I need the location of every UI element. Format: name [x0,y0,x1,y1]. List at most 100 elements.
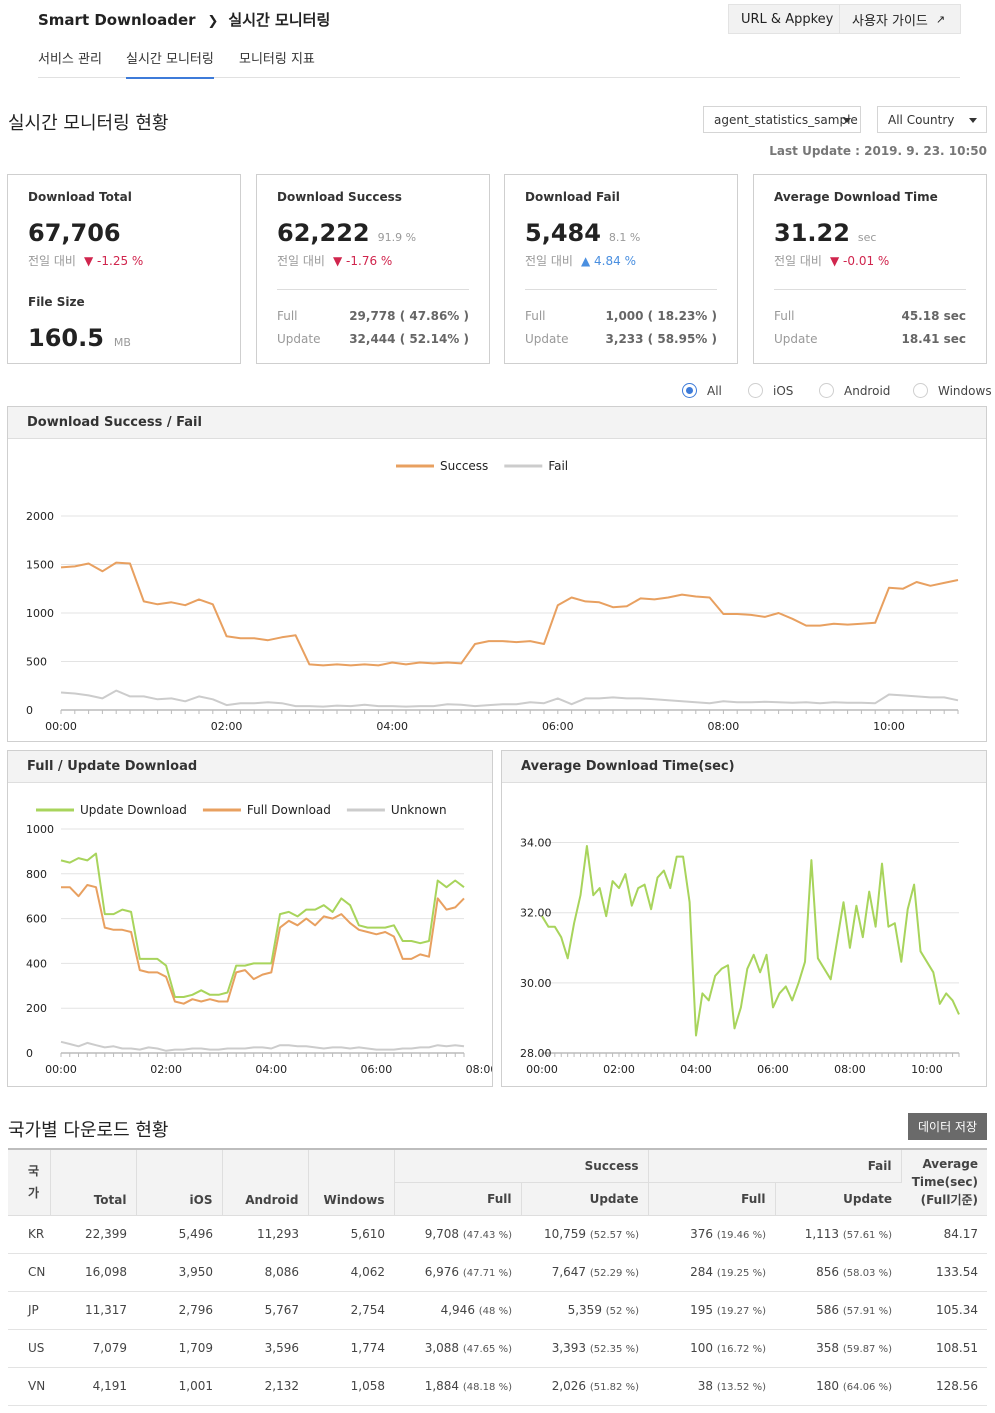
table-row: VN 4,191 1,001 2,132 1,058 1,884 (48.18 %) 2,0… [8,1367,988,1406]
legend-label[interactable]: Fail [548,459,568,473]
success-full-cell: 6,976 (47.71 %) [394,1253,521,1292]
legend-label[interactable]: Update Download [80,803,187,817]
card-compare: 전일 대비 ▲ 4.84 % [525,252,636,269]
radio-label: Windows [938,383,992,398]
full-row: Full 1,000 ( 18.23% ) [525,309,717,323]
ios-cell: 3,950 [136,1253,222,1292]
tab-monitoring-metrics[interactable]: 모니터링 지표 [239,48,315,78]
cell-value: 16,098 [85,1265,127,1279]
cell-value: 358 [816,1341,840,1355]
fail-update-cell: 1,113 (57.61 %) [775,1215,902,1254]
windows-cell: 5,610 [308,1215,394,1254]
header-fail-full: Full [648,1182,776,1216]
cell-value: 5,359 [567,1303,602,1317]
tab-realtime-monitoring[interactable]: 실시간 모니터링 [126,48,214,79]
x-tick-label: 08:00 [466,1063,492,1076]
x-tick-label: 06:00 [757,1063,789,1076]
success-full-cell: 9,708 (47.43 %) [394,1215,521,1254]
country-select[interactable]: All Country [877,106,987,133]
country-cell: CN [8,1253,50,1292]
x-tick-label: 10:00 [911,1063,943,1076]
card-label: Download Fail [525,190,620,204]
file-size-unit: MB [113,336,131,349]
cell-percent: (48 %) [478,1306,512,1317]
legend-label[interactable]: Full Download [247,803,331,817]
android-cell: 3,596 [222,1329,308,1368]
card-compare: 전일 대비 ▼ -0.01 % [774,252,889,269]
success-fail-chart-panel: Download Success / Fail 0 500 1000 1500 2000… [7,406,987,742]
y-tick-label: 32.00 [520,907,552,920]
cell-value: 586 [816,1303,840,1317]
compare-change: -0.01 % [843,254,890,268]
file-size-value: 160.5 MB [28,324,131,352]
radio-unchecked-icon [748,383,763,398]
cell-value: 1,709 [178,1341,213,1355]
triangle-down-icon: ▼ [332,254,343,268]
cell-value: 1,058 [350,1379,385,1393]
y-tick-label: 1000 [26,823,54,836]
cell-value: 22,399 [85,1227,127,1241]
total-cell: 22,399 [50,1215,136,1254]
app-name[interactable]: Smart Downloader [38,11,196,29]
full-label: Full [774,309,795,323]
x-tick-label: 02:00 [603,1063,635,1076]
tab-service-management[interactable]: 서비스 관리 [38,48,102,78]
cell-value: 5,767 [264,1303,299,1317]
avg-cell: 108.51 [901,1329,988,1368]
external-link-icon: ↗ [935,12,946,26]
header-windows: Windows [308,1148,395,1216]
x-tick-label: 02:00 [211,720,243,733]
success-update-cell: 2,026 (51.82 %) [521,1367,648,1406]
app-select[interactable]: agent_statistics_sample [703,106,861,133]
save-data-button[interactable]: 데이터 저장 [908,1113,987,1140]
table-row: JP 11,317 2,796 5,767 2,754 4,946 (48 %) 5,359… [8,1291,988,1330]
total-cell: 7,079 [50,1329,136,1368]
user-guide-button[interactable]: 사용자 가이드 ↗ [839,4,961,34]
legend-label[interactable]: Unknown [391,803,447,817]
radio-label: iOS [773,383,794,398]
cell-percent: (57.91 %) [842,1306,893,1317]
update-value: 32,444 ( 52.14% ) [349,332,469,346]
cell-percent: (59.87 %) [842,1344,893,1355]
header-country-label: 국가 [28,1164,40,1201]
legend-label[interactable]: Success [440,459,488,473]
full-label: Full [277,309,298,323]
update-row: Update 18.41 sec [774,332,966,346]
avg-cell: 84.17 [901,1215,988,1254]
url-appkey-button[interactable]: URL & Appkey [728,4,847,34]
y-tick-label: 0 [26,1047,33,1060]
radio-android[interactable]: Android [819,383,890,398]
success-update-cell: 3,393 (52.35 %) [521,1329,648,1368]
cell-percent: (52 %) [605,1306,639,1317]
update-label: Update [774,332,818,346]
cell-value: 7,079 [92,1341,127,1355]
card-compare: 전일 대비 ▼ -1.76 % [277,252,392,269]
cell-value: 2,754 [350,1303,385,1317]
radio-ios[interactable]: iOS [748,383,793,398]
card-unit: sec [857,231,877,244]
country-cell: VN [8,1367,50,1406]
card-value: 67,706 [28,219,121,247]
cell-value: 38 [697,1379,714,1393]
cell-percent: (48.18 %) [462,1382,512,1393]
cell-percent: (51.82 %) [589,1382,639,1393]
cell-percent: (52.29 %) [589,1268,639,1279]
success-full-cell: 4,946 (48 %) [394,1291,521,1330]
cell-value: 105.34 [936,1303,979,1317]
header-success-full: Full [394,1182,522,1216]
radio-unchecked-icon [913,383,928,398]
x-tick-label: 06:00 [361,1063,393,1076]
cell-percent: (57.61 %) [842,1230,893,1241]
radio-windows[interactable]: Windows [913,383,992,398]
x-tick-label: 00:00 [45,720,77,733]
app-select-value: agent_statistics_sample [714,112,858,127]
update-label: Update [525,332,569,346]
radio-all[interactable]: All [682,383,722,398]
cell-value: 6,976 [424,1265,460,1279]
cell-percent: (16.72 %) [716,1344,766,1355]
caret-down-icon [843,118,851,123]
url-appkey-label: URL & Appkey [741,11,834,27]
series-line-value [541,845,960,1037]
ios-cell: 5,496 [136,1215,222,1254]
cell-value: 3,596 [264,1341,299,1355]
